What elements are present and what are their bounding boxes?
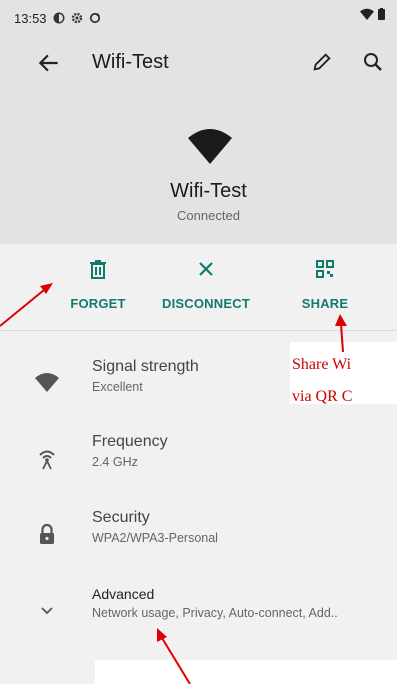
forget-label: FORGET	[70, 296, 126, 311]
detail-title: Security	[92, 509, 150, 526]
status-bar: 13:53	[14, 8, 101, 28]
close-icon	[199, 262, 213, 276]
annotation-text: Share Wi	[292, 356, 352, 373]
qr-code-icon	[316, 260, 334, 278]
edit-pencil-icon[interactable]	[311, 51, 333, 73]
advanced-row[interactable]: Advanced Network usage, Privacy, Auto-co…	[0, 586, 397, 646]
detail-value: 2.4 GHz	[92, 455, 138, 469]
app-bar-title: Wifi-Test	[92, 51, 169, 73]
detail-row-security: Security WPA2/WPA3-Personal	[0, 509, 397, 569]
share-annotation-box: Share Wi via QR C	[290, 342, 397, 404]
annotation-text: via QR C	[292, 388, 353, 404]
detail-title: Advanced	[92, 586, 155, 602]
share-label: SHARE	[301, 296, 349, 311]
battery-icon	[378, 8, 385, 20]
wifi-status-icon	[360, 8, 374, 20]
detail-value: WPA2/WPA3-Personal	[92, 531, 218, 545]
network-status: Connected	[177, 208, 240, 223]
antenna-icon	[39, 450, 55, 470]
data-saver-icon	[53, 12, 65, 24]
detail-title: Frequency	[92, 433, 168, 450]
status-time: 13:53	[14, 10, 47, 26]
disconnect-button[interactable]: DISCONNECT	[146, 244, 266, 330]
detail-title: Signal strength	[92, 358, 199, 375]
annotation-box	[95, 660, 397, 684]
status-bar-right	[360, 8, 385, 20]
forget-button[interactable]: FORGET	[38, 244, 158, 330]
settings-icon	[71, 12, 82, 24]
wifi-signal-large-icon	[188, 129, 232, 164]
sync-icon	[89, 12, 100, 24]
share-button[interactable]: SHARE	[265, 244, 385, 330]
detail-value: Excellent	[92, 380, 143, 394]
app-bar: Wifi-Test	[0, 44, 397, 84]
network-name: Wifi-Test	[170, 180, 247, 202]
wifi-signal-icon	[35, 373, 59, 392]
disconnect-label: DISCONNECT	[162, 296, 250, 311]
action-bar: FORGET DISCONNECT SHARE	[0, 244, 397, 330]
section-divider	[0, 330, 397, 331]
chevron-down-icon	[41, 607, 53, 615]
detail-value: Network usage, Privacy, Auto-connect, Ad…	[92, 606, 338, 620]
lock-icon	[40, 523, 54, 544]
arrow-back-icon[interactable]	[36, 50, 62, 76]
trash-icon	[90, 260, 106, 279]
detail-row-frequency: Frequency 2.4 GHz	[0, 433, 397, 493]
search-icon[interactable]	[361, 50, 385, 74]
